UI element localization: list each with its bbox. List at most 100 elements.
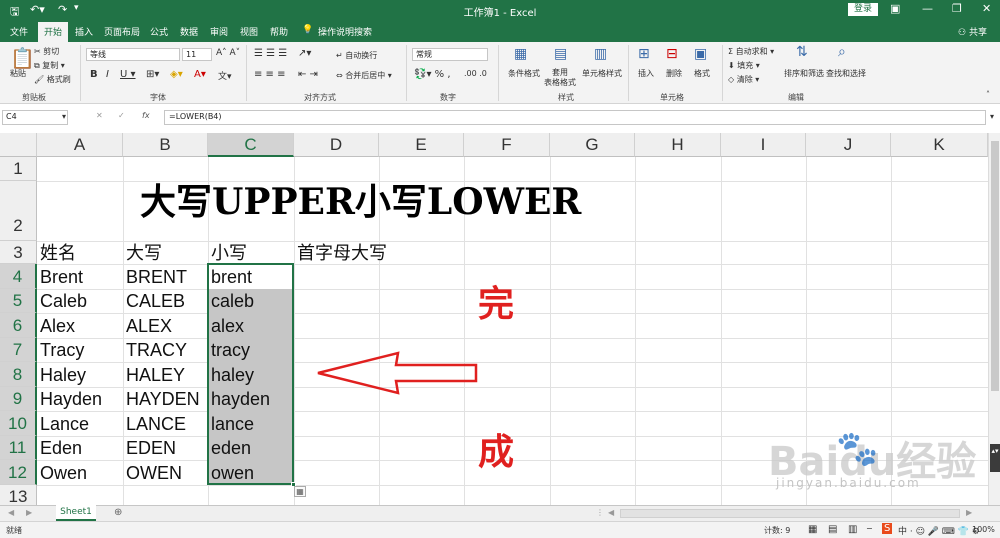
row-header-13[interactable]: 13 xyxy=(0,485,37,505)
collapse-ribbon-icon[interactable]: ˄ xyxy=(986,90,990,99)
column-header-g[interactable]: G xyxy=(550,133,635,157)
column-header-f[interactable]: F xyxy=(464,133,550,157)
name-box-dropdown-icon[interactable]: ▾ xyxy=(62,112,66,121)
cell-a10[interactable]: Lance xyxy=(40,414,89,434)
font-name-dropdown[interactable]: 等线 xyxy=(86,48,180,61)
format-cells-button[interactable]: 格式 xyxy=(694,68,710,79)
restore-icon[interactable]: ❐ xyxy=(952,2,962,15)
confirm-entry-icon[interactable]: ✓ xyxy=(118,111,125,120)
tab-file[interactable]: 文件 xyxy=(10,25,28,38)
column-header-c[interactable]: C xyxy=(208,133,294,157)
add-sheet-icon[interactable]: ⊕ xyxy=(114,507,122,518)
tab-home[interactable]: 开始 xyxy=(38,22,69,42)
next-sheet-icon[interactable]: ▶ xyxy=(26,508,32,517)
tab-view[interactable]: 视图 xyxy=(240,25,258,38)
conditional-format-button[interactable]: 条件格式 xyxy=(508,68,540,79)
tab-split-handle[interactable]: ⋮ xyxy=(596,508,604,517)
cell-a12[interactable]: Owen xyxy=(40,463,87,483)
close-icon[interactable]: ✕ xyxy=(982,2,991,15)
tab-formulas[interactable]: 公式 xyxy=(150,25,168,38)
cell-a6[interactable]: Alex xyxy=(40,316,75,336)
zoom-level[interactable]: 100% xyxy=(972,525,995,534)
border-icon[interactable]: ⊞▾ xyxy=(146,69,159,80)
column-header-j[interactable]: J xyxy=(806,133,891,157)
cell-b7[interactable]: TRACY xyxy=(126,340,187,360)
cancel-entry-icon[interactable]: ✕ xyxy=(96,111,103,120)
decimal-icon[interactable]: .00 .0 xyxy=(464,69,487,78)
top-align-icon[interactable]: ☰ ☰ ☰ xyxy=(254,48,287,59)
accounting-icon[interactable]: 💱▾ % , xyxy=(414,69,451,80)
cell-b8[interactable]: HALEY xyxy=(126,365,185,385)
header-name[interactable]: 姓名 xyxy=(40,243,76,263)
tab-page-layout[interactable]: 页面布局 xyxy=(104,25,140,38)
sheet-tab-sheet1[interactable]: Sheet1 xyxy=(56,505,96,521)
italic-icon[interactable]: I xyxy=(106,69,109,80)
row-header-3[interactable]: 3 xyxy=(0,241,37,264)
font-size-dropdown[interactable]: 11 xyxy=(182,48,212,61)
row-header-1[interactable]: 1 xyxy=(0,157,37,181)
page-layout-view-icon[interactable]: ▤ xyxy=(828,524,837,535)
left-align-icon[interactable]: ≡ ≡ ≡ xyxy=(254,69,286,80)
page-break-view-icon[interactable]: ▥ xyxy=(848,524,857,535)
merge-center-button[interactable]: ⇔ 合并后居中 ▾ xyxy=(336,70,392,81)
ime-status-icons[interactable]: 中 · ☺ 🎤 ⌨ 👕 ⚙ xyxy=(898,524,980,537)
normal-view-icon[interactable]: ▦ xyxy=(808,524,817,535)
formula-input[interactable]: =LOWER(B4) xyxy=(164,110,986,125)
wrap-text-button[interactable]: ↵ 自动换行 xyxy=(336,50,377,61)
sheet-heading[interactable]: 大写UPPER小写LOWER xyxy=(140,173,581,225)
login-button[interactable]: 登录 xyxy=(848,3,878,16)
share-button[interactable]: ⚇ 共享 xyxy=(958,25,987,38)
cell-a4[interactable]: Brent xyxy=(40,267,83,287)
cell-b9[interactable]: HAYDEN xyxy=(126,389,200,409)
find-select-button[interactable]: 查找和选择 xyxy=(826,68,866,79)
header-lower[interactable]: 小写 xyxy=(211,243,247,263)
phonetic-icon[interactable]: 文▾ xyxy=(218,69,232,82)
column-header-h[interactable]: H xyxy=(635,133,721,157)
row-header-8[interactable]: 8 xyxy=(0,362,37,387)
expand-formula-icon[interactable]: ▾ xyxy=(990,112,994,121)
tab-review[interactable]: 审阅 xyxy=(210,25,228,38)
row-header-12[interactable]: 12 xyxy=(0,460,37,485)
cut-button[interactable]: ✂ 剪切 xyxy=(34,46,59,57)
indent-icon[interactable]: ⇤ ⇥ xyxy=(298,69,318,80)
delete-cells-button[interactable]: 删除 xyxy=(666,68,682,79)
column-header-e[interactable]: E xyxy=(379,133,464,157)
minimize-icon[interactable]: — xyxy=(922,2,933,15)
underline-icon[interactable]: U ▾ xyxy=(120,69,136,80)
format-table-button[interactable]: 套用 表格格式 xyxy=(544,68,576,88)
row-header-7[interactable]: 7 xyxy=(0,338,37,362)
cell-b6[interactable]: ALEX xyxy=(126,316,172,336)
quick-analysis-icon[interactable]: ▦ xyxy=(294,486,306,497)
cell-b11[interactable]: EDEN xyxy=(126,438,176,458)
autosum-button[interactable]: Σ 自动求和 ▾ xyxy=(728,46,774,57)
select-all-corner[interactable] xyxy=(0,133,37,157)
prev-sheet-icon[interactable]: ◀ xyxy=(8,508,14,517)
row-header-4[interactable]: 4 xyxy=(0,264,37,289)
sort-filter-button[interactable]: 排序和筛选 xyxy=(784,68,824,79)
row-header-9[interactable]: 9 xyxy=(0,387,37,411)
row-header-6[interactable]: 6 xyxy=(0,313,37,338)
header-upper[interactable]: 大写 xyxy=(126,243,162,263)
cell-a5[interactable]: Caleb xyxy=(40,291,87,311)
insert-cells-button[interactable]: 插入 xyxy=(638,68,654,79)
cell-b4[interactable]: BRENT xyxy=(126,267,187,287)
column-header-b[interactable]: B xyxy=(123,133,208,157)
tell-me-search[interactable]: 操作说明搜索 xyxy=(318,25,372,38)
clear-button[interactable]: ◇ 清除 ▾ xyxy=(728,74,759,85)
row-header-5[interactable]: 5 xyxy=(0,289,37,313)
paste-button[interactable]: 粘贴 xyxy=(10,68,26,79)
column-header-k[interactable]: K xyxy=(891,133,988,157)
font-color-icon[interactable]: A▾ xyxy=(194,69,206,80)
grow-font-icon[interactable]: A˄ A˅ xyxy=(216,48,240,58)
row-header-2[interactable]: 2 xyxy=(0,181,37,241)
bold-icon[interactable]: B xyxy=(90,69,98,80)
cell-styles-button[interactable]: 单元格样式 xyxy=(582,68,622,79)
horizontal-scrollbar[interactable] xyxy=(620,509,960,518)
row-header-10[interactable]: 10 xyxy=(0,411,37,436)
cell-b5[interactable]: CALEB xyxy=(126,291,185,311)
paste-icon[interactable]: 📋 xyxy=(10,46,35,70)
worksheet-grid[interactable]: A B C D E F G H I J K 1 2 3 4 5 6 7 8 9 … xyxy=(0,133,988,505)
number-format-dropdown[interactable]: 常规 xyxy=(412,48,488,61)
format-painter-button[interactable]: 🖌 格式刷 xyxy=(34,74,71,85)
fill-color-icon[interactable]: ◈▾ xyxy=(170,69,183,80)
